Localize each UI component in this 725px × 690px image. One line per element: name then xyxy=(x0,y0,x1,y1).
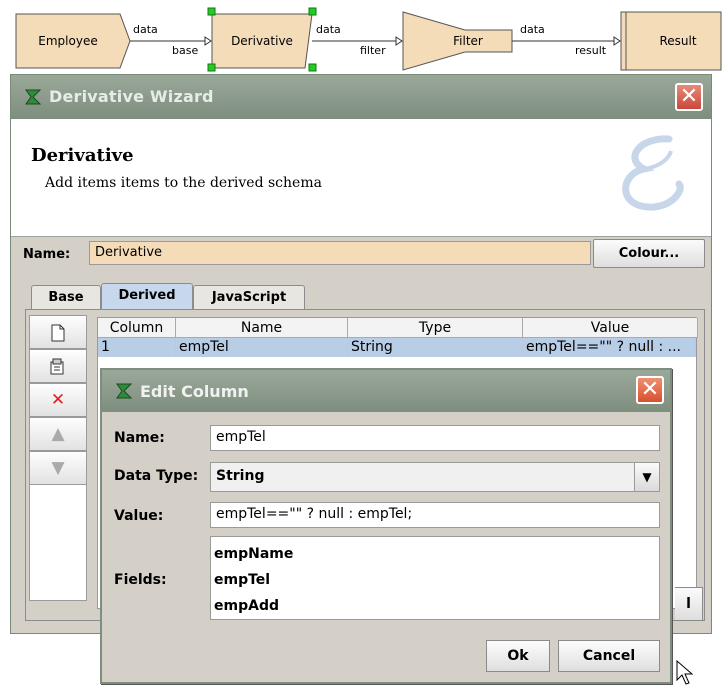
port-label: data xyxy=(133,23,158,36)
name-label: Name: xyxy=(23,247,71,262)
port-label: data xyxy=(520,23,545,36)
fields-label: Fields: xyxy=(114,572,167,588)
wizard-subheading: Add items items to the derived schema xyxy=(45,175,322,191)
table-cell[interactable]: empTel=="" ? null : ... xyxy=(523,338,696,357)
dialog-title: Edit Column xyxy=(140,382,249,401)
table-header[interactable]: Type xyxy=(348,318,523,338)
tab-javascript[interactable]: JavaScript xyxy=(193,285,305,309)
port-label: filter xyxy=(360,44,386,57)
wizard-header: Derivative Add items items to the derive… xyxy=(11,119,711,237)
filter-node-label: Filter xyxy=(453,34,483,48)
edit-icon[interactable] xyxy=(29,349,87,383)
up-arrow-icon[interactable]: ▲ xyxy=(29,417,87,451)
close-icon[interactable]: ✕ xyxy=(675,83,703,111)
employee-node-label: Employee xyxy=(38,34,98,48)
table-header[interactable]: Value xyxy=(523,318,698,338)
cancel-button[interactable]: Cancel xyxy=(558,640,660,672)
value-label: Value: xyxy=(114,508,164,524)
chevron-down-icon[interactable]: ▼ xyxy=(634,463,659,491)
port-label: data xyxy=(316,23,341,36)
port-label: base xyxy=(172,44,199,57)
wizard-logo-icon xyxy=(622,135,684,211)
data-type-select[interactable]: String xyxy=(210,462,660,492)
partially-hidden-button[interactable]: l xyxy=(675,587,703,621)
list-item[interactable]: empTel xyxy=(214,567,656,593)
close-icon[interactable]: ✕ xyxy=(636,376,664,404)
mouse-cursor-icon xyxy=(676,660,694,685)
wizard-heading: Derivative xyxy=(31,145,134,166)
data-type-label: Data Type: xyxy=(114,468,199,484)
name-input[interactable]: Derivative xyxy=(89,241,591,265)
app-icon xyxy=(25,89,42,105)
table-cell[interactable]: String xyxy=(348,338,523,357)
table-cell[interactable]: empTel xyxy=(176,338,348,357)
derivative-node-label: Derivative xyxy=(231,34,293,48)
table-cell[interactable]: 1 xyxy=(98,338,176,357)
colour-button[interactable]: Colour... xyxy=(593,239,705,268)
app-icon xyxy=(116,383,133,399)
ok-button[interactable]: Ok xyxy=(486,640,550,672)
value-input[interactable]: empTel=="" ? null : empTel; xyxy=(210,502,660,528)
edit-column-dialog: Edit Column ✕ Name: empTel Data Type: St… xyxy=(100,368,672,684)
port-label: result xyxy=(575,44,607,57)
wizard-title: Derivative Wizard xyxy=(49,87,214,106)
table-header[interactable]: Name xyxy=(176,318,348,338)
tab-base[interactable]: Base xyxy=(31,285,101,309)
down-arrow-icon[interactable]: ▼ xyxy=(29,451,87,485)
new-icon[interactable] xyxy=(29,315,87,349)
list-item[interactable]: empAdd xyxy=(214,593,656,619)
column-name-label: Name: xyxy=(114,430,165,446)
list-item[interactable]: empName xyxy=(214,541,656,567)
tab-derived[interactable]: Derived xyxy=(101,283,193,309)
dialog-titlebar[interactable]: Edit Column ✕ xyxy=(102,370,670,412)
table-header[interactable]: Column xyxy=(98,318,176,338)
delete-icon[interactable]: ✕ xyxy=(29,383,87,417)
column-name-input[interactable]: empTel xyxy=(210,425,660,451)
result-node-label: Result xyxy=(659,34,697,48)
wizard-titlebar[interactable]: Derivative Wizard ✕ xyxy=(11,75,711,119)
fields-list[interactable]: empName empTel empAdd xyxy=(210,536,660,620)
